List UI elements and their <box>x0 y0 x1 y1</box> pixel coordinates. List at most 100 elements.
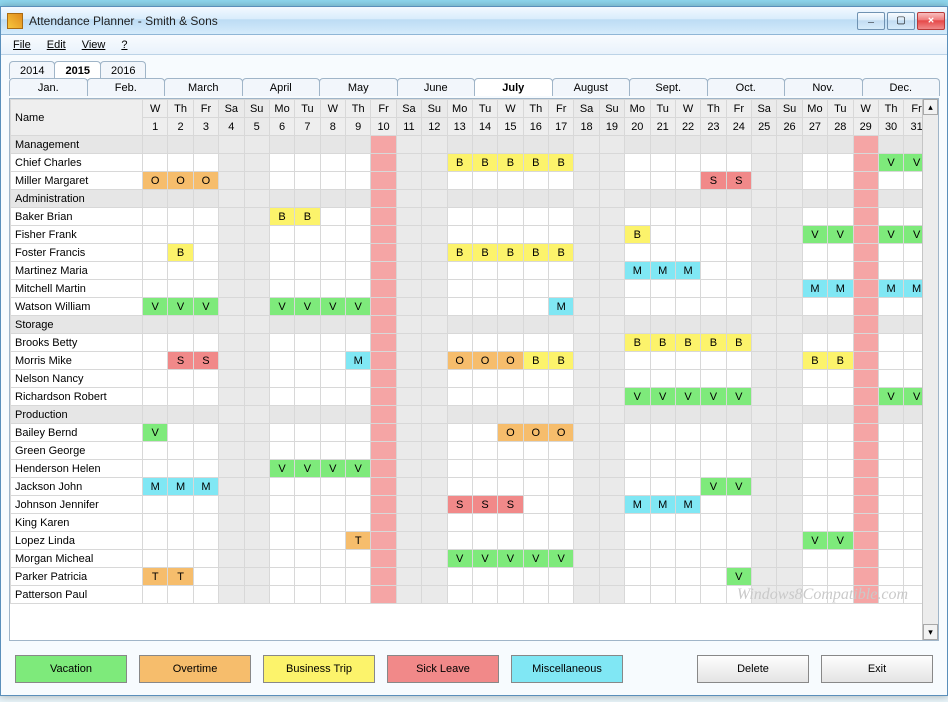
day-cell[interactable] <box>269 316 294 334</box>
day-cell[interactable]: B <box>472 244 497 262</box>
day-cell[interactable] <box>346 550 371 568</box>
name-cell[interactable]: Brooks Betty <box>11 334 143 352</box>
day-cell[interactable] <box>675 550 700 568</box>
day-cell[interactable] <box>295 352 320 370</box>
day-cell[interactable] <box>878 514 903 532</box>
day-cell[interactable] <box>472 424 497 442</box>
day-cell[interactable] <box>244 352 269 370</box>
day-cell[interactable] <box>701 586 726 604</box>
day-cell[interactable] <box>472 208 497 226</box>
day-cell[interactable] <box>752 550 777 568</box>
day-cell[interactable] <box>219 550 244 568</box>
day-cell[interactable] <box>802 208 827 226</box>
day-cell[interactable] <box>726 406 751 424</box>
day-cell[interactable] <box>701 208 726 226</box>
day-cell[interactable] <box>396 406 421 424</box>
day-cell[interactable] <box>143 334 168 352</box>
day-cell[interactable]: B <box>498 244 523 262</box>
day-cell[interactable] <box>599 298 624 316</box>
day-cell[interactable] <box>675 586 700 604</box>
day-cell[interactable] <box>472 370 497 388</box>
month-tab-march[interactable]: March <box>164 78 243 96</box>
day-cell[interactable] <box>828 172 853 190</box>
day-cell[interactable] <box>650 550 675 568</box>
day-cell[interactable]: M <box>625 262 650 280</box>
day-cell[interactable]: M <box>346 352 371 370</box>
day-cell[interactable]: M <box>675 496 700 514</box>
day-cell[interactable] <box>244 550 269 568</box>
day-cell[interactable] <box>777 226 802 244</box>
day-cell[interactable] <box>752 154 777 172</box>
day-cell[interactable]: M <box>650 496 675 514</box>
day-cell[interactable] <box>168 262 193 280</box>
name-cell[interactable]: Henderson Helen <box>11 460 143 478</box>
day-cell[interactable]: M <box>143 478 168 496</box>
day-cell[interactable] <box>472 568 497 586</box>
day-cell[interactable]: B <box>625 226 650 244</box>
day-cell[interactable] <box>219 388 244 406</box>
day-cell[interactable] <box>295 424 320 442</box>
day-cell[interactable] <box>371 316 396 334</box>
day-cell[interactable] <box>371 208 396 226</box>
day-cell[interactable] <box>802 496 827 514</box>
day-cell[interactable] <box>701 496 726 514</box>
day-cell[interactable] <box>853 316 878 334</box>
day-cell[interactable] <box>498 568 523 586</box>
day-cell[interactable] <box>802 244 827 262</box>
day-cell[interactable] <box>701 226 726 244</box>
day-cell[interactable] <box>878 442 903 460</box>
day-cell[interactable] <box>422 154 447 172</box>
day-cell[interactable] <box>193 316 218 334</box>
day-cell[interactable] <box>802 406 827 424</box>
day-cell[interactable] <box>650 226 675 244</box>
day-cell[interactable] <box>346 226 371 244</box>
day-cell[interactable] <box>244 514 269 532</box>
day-cell[interactable]: V <box>701 478 726 496</box>
day-cell[interactable] <box>219 154 244 172</box>
day-cell[interactable] <box>523 280 548 298</box>
day-cell[interactable] <box>396 244 421 262</box>
day-cell[interactable] <box>802 316 827 334</box>
year-tab-2016[interactable]: 2016 <box>100 61 146 79</box>
day-cell[interactable] <box>346 244 371 262</box>
day-cell[interactable] <box>853 298 878 316</box>
day-cell[interactable] <box>295 190 320 208</box>
day-cell[interactable] <box>549 280 574 298</box>
day-cell[interactable] <box>701 514 726 532</box>
day-cell[interactable] <box>828 514 853 532</box>
day-cell[interactable] <box>904 550 922 568</box>
day-cell[interactable] <box>625 208 650 226</box>
day-cell[interactable] <box>447 190 472 208</box>
day-cell[interactable] <box>828 334 853 352</box>
day-cell[interactable] <box>396 586 421 604</box>
day-cell[interactable] <box>371 568 396 586</box>
day-cell[interactable] <box>244 244 269 262</box>
name-cell[interactable]: Lopez Linda <box>11 532 143 550</box>
day-cell[interactable] <box>675 172 700 190</box>
day-cell[interactable] <box>802 136 827 154</box>
day-cell[interactable] <box>675 226 700 244</box>
day-cell[interactable] <box>599 406 624 424</box>
day-cell[interactable] <box>904 496 922 514</box>
day-cell[interactable] <box>752 460 777 478</box>
day-cell[interactable] <box>878 424 903 442</box>
day-cell[interactable] <box>853 514 878 532</box>
day-cell[interactable]: S <box>168 352 193 370</box>
day-cell[interactable]: V <box>549 550 574 568</box>
day-cell[interactable]: V <box>878 388 903 406</box>
day-cell[interactable] <box>346 316 371 334</box>
day-cell[interactable] <box>168 136 193 154</box>
day-cell[interactable] <box>244 226 269 244</box>
day-cell[interactable] <box>472 226 497 244</box>
day-cell[interactable] <box>625 280 650 298</box>
day-cell[interactable] <box>549 496 574 514</box>
day-cell[interactable] <box>904 208 922 226</box>
day-cell[interactable]: B <box>295 208 320 226</box>
month-tab-oct[interactable]: Oct. <box>707 78 786 96</box>
day-cell[interactable] <box>904 424 922 442</box>
month-tab-july[interactable]: July <box>474 78 553 96</box>
day-cell[interactable] <box>244 532 269 550</box>
day-cell[interactable] <box>269 406 294 424</box>
day-cell[interactable] <box>701 316 726 334</box>
day-cell[interactable] <box>828 460 853 478</box>
